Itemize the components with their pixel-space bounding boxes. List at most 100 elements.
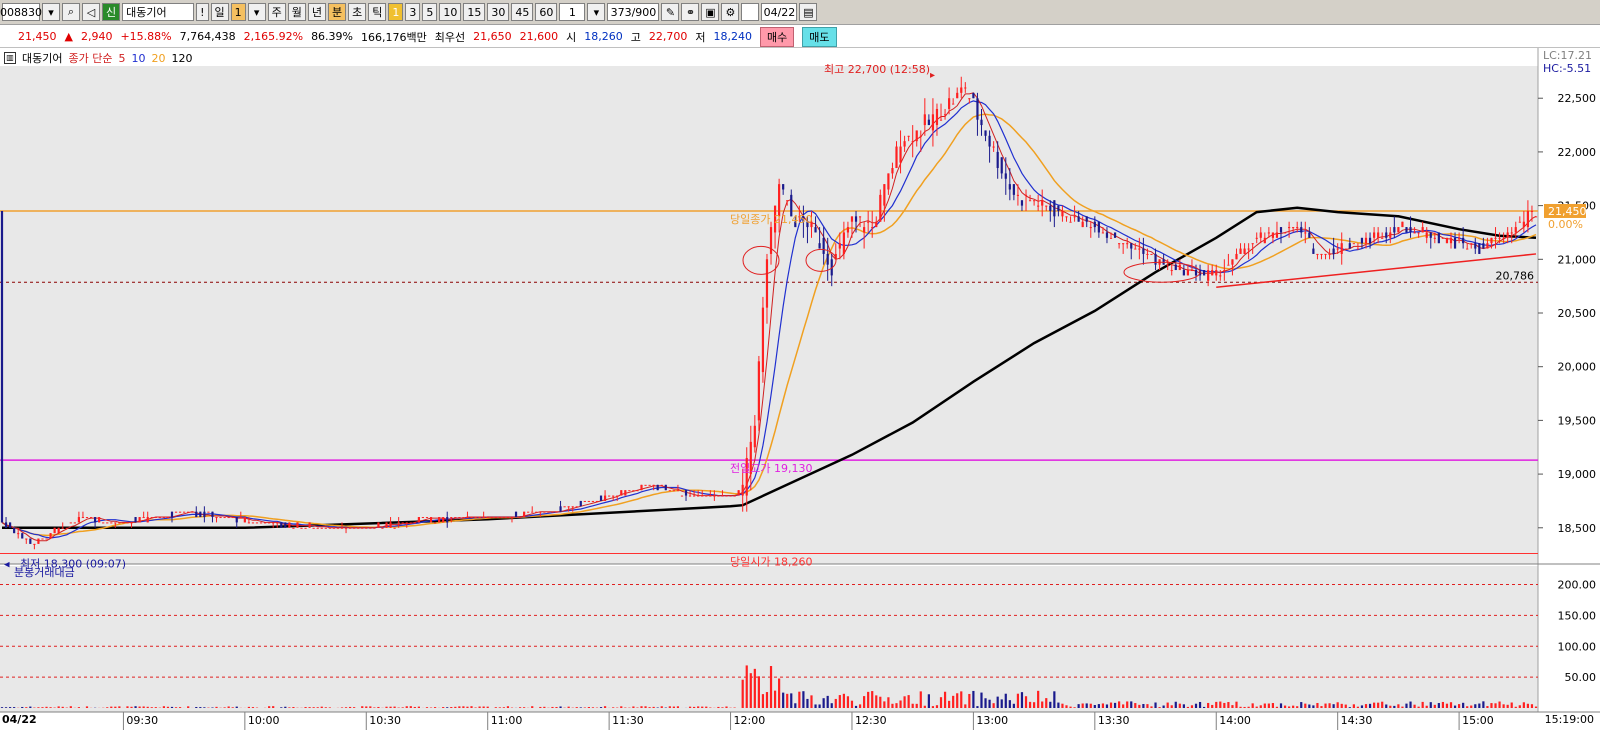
candle-body — [1377, 232, 1380, 238]
candle-body — [887, 173, 890, 190]
volume-bar — [1065, 705, 1068, 708]
candle-body — [907, 135, 910, 137]
volume-bar — [280, 707, 283, 708]
volume-bar — [952, 695, 955, 708]
candle-body — [753, 425, 756, 448]
volume-bar — [984, 698, 987, 708]
candle-body — [106, 522, 109, 524]
volume-bar — [891, 703, 894, 708]
volume-bar — [21, 706, 24, 708]
candle-body — [1288, 227, 1291, 229]
volume-bar — [162, 706, 165, 708]
volume-bar — [778, 678, 781, 708]
candle-body — [1433, 237, 1436, 239]
candle-body — [284, 522, 287, 528]
volume-bar — [365, 706, 368, 708]
volume-bar — [1445, 703, 1449, 708]
candle-body — [778, 184, 781, 217]
volume-bar — [632, 706, 635, 708]
volume-bar — [810, 695, 813, 708]
candle-body — [1425, 232, 1428, 238]
candle-body — [1093, 221, 1096, 228]
candle-body — [595, 500, 599, 502]
volume-bar — [741, 679, 744, 708]
candle-body — [154, 517, 157, 519]
x-tick-label: 10:30 — [369, 714, 401, 727]
candle-body — [490, 517, 493, 519]
volume-bar — [919, 691, 922, 708]
volume-bar — [106, 707, 109, 708]
support-value-label: 20,786 — [1496, 269, 1535, 282]
volume-bar — [1425, 705, 1428, 708]
price-panel-bg — [0, 66, 1538, 564]
y-tick-label: 19,500 — [1558, 414, 1597, 427]
volume-bar — [899, 700, 902, 708]
candle-body — [77, 517, 81, 523]
volume-bar — [583, 707, 586, 708]
candle-body — [1227, 264, 1230, 266]
candle-body — [219, 517, 222, 519]
price-chart[interactable]: 22,50022,00021,50021,00020,50020,00019,5… — [0, 0, 1600, 730]
volume-bar — [612, 707, 615, 708]
volume-bar — [1283, 705, 1287, 708]
volume-bar — [45, 706, 48, 708]
volume-bar — [1324, 703, 1327, 708]
volume-bar — [1300, 702, 1303, 708]
candle-body — [1449, 237, 1453, 244]
candle-body — [494, 517, 497, 519]
candle-body — [1275, 232, 1279, 238]
candle-body — [765, 259, 769, 308]
candle-body — [1109, 237, 1113, 239]
high-annotation: 최고 22,700 (12:58) — [824, 63, 930, 76]
candle-body — [1263, 237, 1266, 244]
candle-body — [935, 108, 939, 126]
volume-bar — [37, 707, 40, 708]
volume-bar — [1109, 702, 1113, 708]
candle-body — [328, 527, 331, 529]
volume-bar — [1105, 704, 1109, 708]
volume-bar — [1312, 705, 1315, 708]
candle-body — [688, 495, 692, 497]
candle-body — [296, 522, 299, 528]
candle-body — [976, 98, 979, 120]
candle-body — [433, 522, 437, 524]
candle-body — [624, 490, 627, 496]
candle-body — [1020, 200, 1024, 206]
candle-body — [680, 495, 684, 497]
candle-body — [1247, 248, 1250, 250]
high-arrow-icon: ▸ — [930, 70, 935, 81]
volume-bar — [142, 706, 145, 708]
candle-body — [636, 490, 639, 492]
volume-bar — [773, 690, 777, 708]
volume-bar — [61, 706, 64, 708]
candle-body — [867, 221, 870, 223]
candle-body — [923, 114, 926, 126]
lc-label: LC:17.21 — [1543, 49, 1592, 62]
volume-bar — [567, 706, 570, 708]
volume-bar — [1401, 706, 1404, 708]
volume-bar — [1170, 705, 1173, 708]
candle-body — [1328, 253, 1331, 255]
candle-body — [450, 517, 453, 519]
volume-bar — [818, 704, 821, 708]
volume-bar — [1223, 702, 1226, 708]
candle-body — [316, 527, 319, 529]
candle-body — [1008, 184, 1011, 190]
candle-body — [421, 517, 425, 519]
candle-body — [41, 538, 44, 540]
candle-body — [1150, 253, 1153, 255]
volume-bar — [1162, 705, 1165, 708]
candle-body — [854, 216, 858, 222]
volume-bar — [1178, 703, 1181, 708]
volume-bar — [409, 706, 412, 708]
candle-body — [17, 533, 20, 535]
volume-bar — [1263, 703, 1266, 708]
candle-body — [956, 92, 959, 99]
candle-body — [498, 517, 501, 519]
volume-bar — [118, 706, 121, 708]
candle-body — [968, 98, 971, 100]
volume-bar — [830, 703, 833, 708]
candle-body — [138, 517, 141, 523]
candle-body — [1049, 205, 1052, 211]
candle-body — [701, 495, 704, 497]
